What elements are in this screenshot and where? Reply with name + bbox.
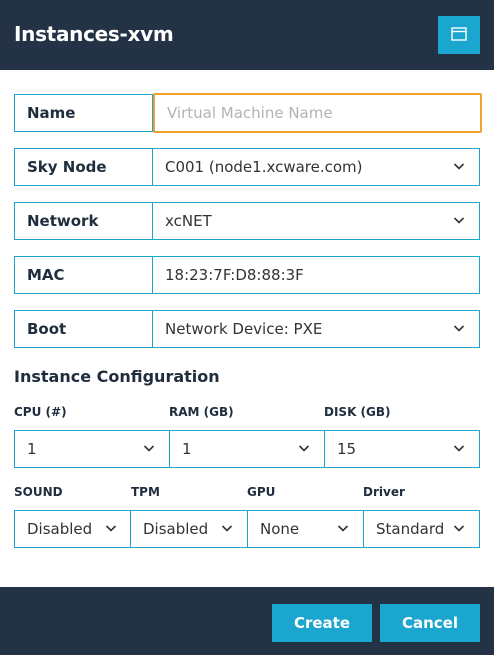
dialog-header: Instances-xvm — [0, 0, 494, 70]
mac-value: 18:23:7F:D8:88:3F — [165, 266, 304, 284]
chevron-down-icon — [453, 325, 465, 332]
sound-value: Disabled — [27, 520, 93, 538]
cpu-select[interactable]: 1 — [14, 430, 170, 468]
driver-label: Driver — [363, 485, 405, 499]
tpm-value: Disabled — [143, 520, 209, 538]
disk-value: 15 — [337, 440, 357, 458]
chevron-down-icon — [453, 445, 465, 452]
chevron-down-icon — [453, 217, 465, 224]
driver-value: Standard — [376, 520, 445, 538]
sky-node-row: Sky Node C001 (node1.xcware.com) — [14, 148, 480, 186]
cpu-value: 1 — [27, 440, 37, 458]
tpm-select[interactable]: Disabled — [130, 510, 248, 548]
dialog-title: Instances-xvm — [14, 22, 174, 46]
disk-label: DISK (GB) — [324, 405, 391, 419]
chevron-down-icon — [143, 445, 155, 452]
dialog-body: Name Sky Node C001 (node1.xcware.com) Ne… — [0, 70, 494, 587]
chevron-down-icon — [298, 445, 310, 452]
disk-select[interactable]: 15 — [324, 430, 480, 468]
window-maximize-icon — [451, 26, 467, 45]
mac-label: MAC — [15, 257, 153, 293]
name-input[interactable] — [153, 93, 482, 133]
maximize-button[interactable] — [438, 16, 480, 54]
name-label: Name — [15, 95, 153, 131]
mac-row: MAC 18:23:7F:D8:88:3F — [14, 256, 480, 294]
chevron-down-icon — [337, 525, 349, 532]
ram-label: RAM (GB) — [169, 405, 234, 419]
sky-node-label: Sky Node — [15, 149, 153, 185]
name-row: Name — [14, 93, 482, 133]
ram-select[interactable]: 1 — [169, 430, 325, 468]
driver-select[interactable]: Standard — [363, 510, 480, 548]
ram-value: 1 — [182, 440, 192, 458]
chevron-down-icon — [453, 525, 465, 532]
network-row: Network xcNET — [14, 202, 480, 240]
sound-label: SOUND — [14, 485, 63, 499]
instance-config-title: Instance Configuration — [14, 367, 220, 386]
gpu-select[interactable]: None — [247, 510, 364, 548]
network-value: xcNET — [165, 212, 212, 230]
cpu-label: CPU (#) — [14, 405, 67, 419]
sound-select[interactable]: Disabled — [14, 510, 132, 548]
sky-node-value: C001 (node1.xcware.com) — [165, 158, 363, 176]
chevron-down-icon — [221, 525, 233, 532]
network-select[interactable]: xcNET — [153, 203, 479, 239]
gpu-label: GPU — [247, 485, 276, 499]
network-label: Network — [15, 203, 153, 239]
gpu-value: None — [260, 520, 300, 538]
boot-value: Network Device: PXE — [165, 320, 323, 338]
chevron-down-icon — [453, 163, 465, 170]
boot-label: Boot — [15, 311, 153, 347]
cancel-button[interactable]: Cancel — [380, 604, 480, 642]
mac-field[interactable]: 18:23:7F:D8:88:3F — [153, 257, 479, 293]
sky-node-select[interactable]: C001 (node1.xcware.com) — [153, 149, 479, 185]
create-button[interactable]: Create — [272, 604, 372, 642]
boot-row: Boot Network Device: PXE — [14, 310, 480, 348]
tpm-label: TPM — [131, 485, 160, 499]
chevron-down-icon — [105, 525, 117, 532]
boot-select[interactable]: Network Device: PXE — [153, 311, 479, 347]
dialog-footer: Create Cancel — [0, 587, 494, 655]
